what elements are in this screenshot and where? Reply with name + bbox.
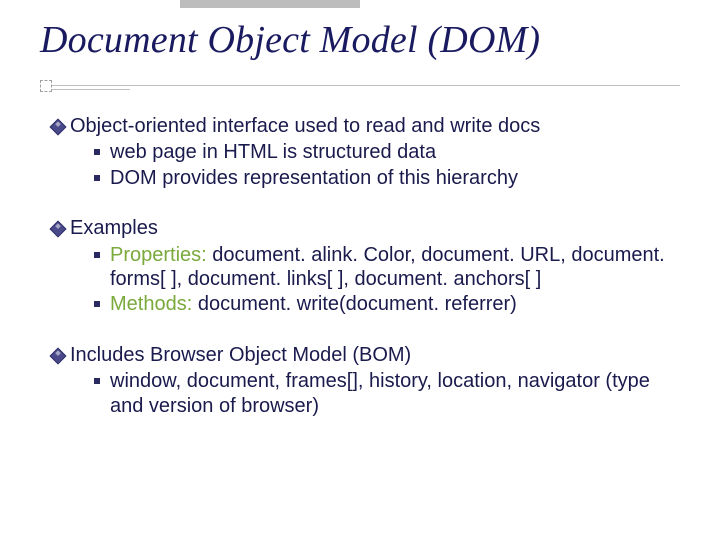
sub-text: DOM provides representation of this hier… [110, 167, 518, 189]
sub-list: window, document, frames[], history, loc… [70, 369, 680, 418]
diamond-bullet-icon [50, 347, 67, 364]
bullet-lead: Object-oriented interface used to read a… [70, 114, 680, 138]
bullet-item: Includes Browser Object Model (BOM) wind… [70, 343, 680, 418]
sub-item: Properties: document. alink. Color, docu… [110, 243, 680, 292]
bullet-item: Object-oriented interface used to read a… [70, 114, 680, 190]
sub-item: web page in HTML is structured data [110, 140, 680, 164]
diamond-bullet-icon [50, 119, 67, 136]
rule-short [40, 89, 130, 90]
square-bullet-icon [94, 149, 100, 155]
square-bullet-icon [94, 175, 100, 181]
rule-long [40, 85, 680, 86]
rule-ornament [40, 80, 52, 92]
square-bullet-icon [94, 252, 100, 258]
sub-label: Methods: [110, 293, 192, 315]
square-bullet-icon [94, 301, 100, 307]
sub-list: web page in HTML is structured data DOM … [70, 140, 680, 190]
square-bullet-icon [94, 378, 100, 384]
top-shadow-bar [180, 0, 360, 8]
sub-item: window, document, frames[], history, loc… [110, 369, 680, 418]
sub-label: Properties: [110, 244, 207, 266]
slide-title: Document Object Model (DOM) [40, 20, 700, 62]
sub-text: document. write(document. referrer) [192, 293, 517, 315]
sub-list: Properties: document. alink. Color, docu… [70, 243, 680, 317]
sub-item: DOM provides representation of this hier… [110, 166, 680, 190]
bullet-lead: Examples [70, 216, 680, 240]
slide-body: Object-oriented interface used to read a… [70, 114, 680, 418]
sub-item: Methods: document. write(document. refer… [110, 292, 680, 316]
diamond-bullet-icon [50, 221, 67, 238]
bullet-item: Examples Properties: document. alink. Co… [70, 216, 680, 317]
sub-text: window, document, frames[], history, loc… [110, 370, 650, 416]
bullet-lead: Includes Browser Object Model (BOM) [70, 343, 680, 367]
sub-text: web page in HTML is structured data [110, 141, 436, 163]
slide: Document Object Model (DOM) Object-orien… [0, 0, 720, 540]
